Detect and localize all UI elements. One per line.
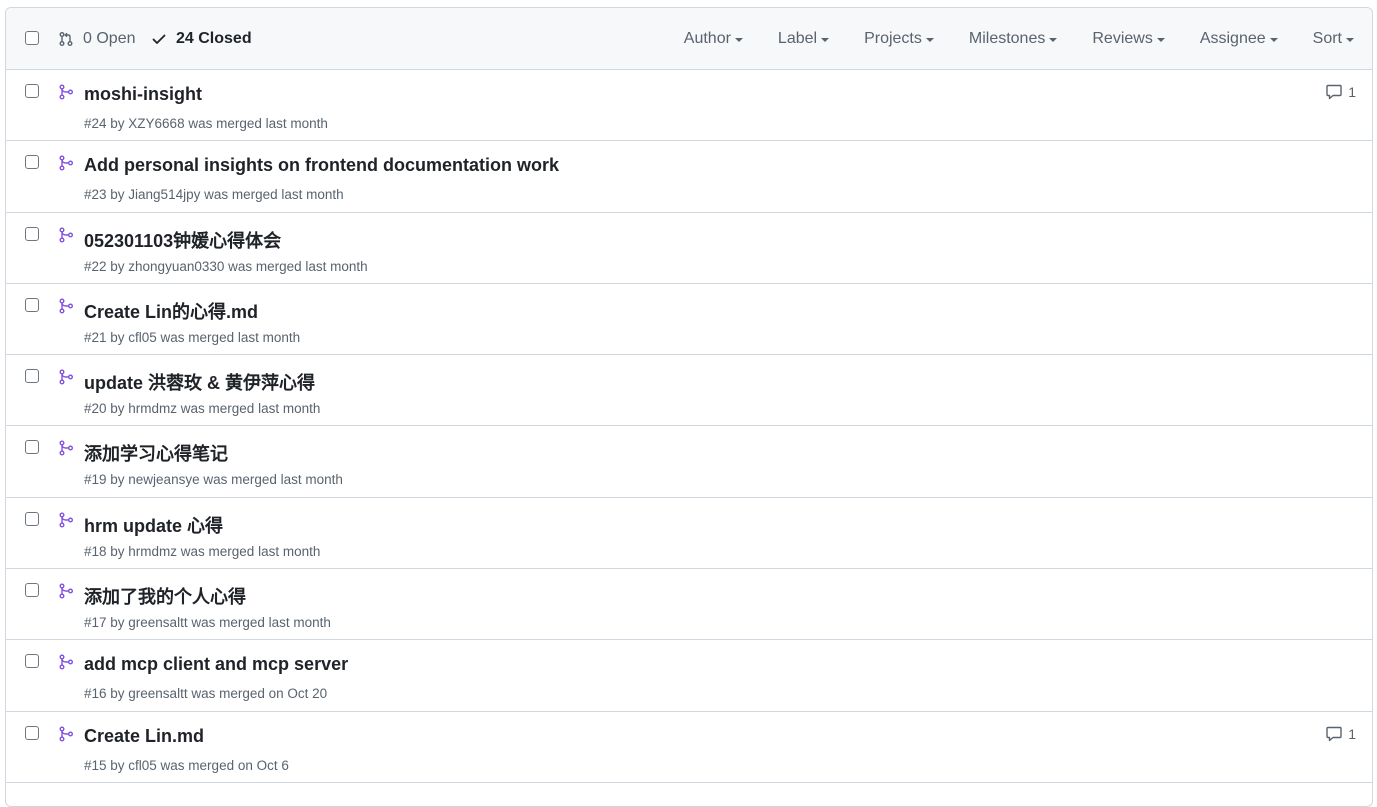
- caret-down-icon: [1156, 38, 1165, 42]
- sort-filter[interactable]: Sort: [1313, 30, 1354, 48]
- comment-count: 1: [1348, 725, 1356, 742]
- comment-icon: [1326, 84, 1342, 100]
- row-checkbox[interactable]: [25, 226, 39, 241]
- row-checkbox[interactable]: [25, 155, 39, 170]
- merged-pr-icon: [59, 84, 73, 100]
- author-filter[interactable]: Author: [684, 30, 743, 48]
- pull-request-icon: [59, 32, 73, 46]
- row-checkbox[interactable]: [25, 583, 39, 598]
- pr-meta: #16 by greensaltt was merged on Oct 20: [84, 686, 328, 702]
- pr-title-link[interactable]: Create Lin.md: [84, 726, 204, 747]
- comments-link[interactable]: 1: [1325, 726, 1356, 742]
- merged-pr-icon: [59, 298, 73, 314]
- pr-title-link[interactable]: 添加学习心得笔记: [84, 440, 228, 466]
- pr-meta: #18 by hrmdmz was merged last month: [84, 543, 321, 559]
- row-checkbox[interactable]: [25, 511, 39, 526]
- merged-pr-icon: [59, 440, 73, 456]
- pull-requests-list: 0 Open 24 Closed Author Label Projects M…: [5, 7, 1373, 807]
- table-row: Create Lin的心得.md #21 by cfl05 was merged…: [6, 283, 1372, 356]
- select-all-checkbox[interactable]: [25, 31, 39, 45]
- label-filter[interactable]: Label: [778, 30, 830, 48]
- pr-meta: #24 by XZY6668 was merged last month: [84, 116, 328, 131]
- row-checkbox[interactable]: [25, 440, 39, 455]
- table-row: 052301103钟媛心得体会 #22 by zhongyuan0330 was…: [6, 212, 1372, 284]
- check-icon: [152, 34, 166, 44]
- filter-bar: Author Label Projects Milestones Reviews…: [684, 28, 1354, 50]
- table-row: Create Lin.md #15 by cfl05 was merged on…: [6, 711, 1372, 783]
- projects-filter[interactable]: Projects: [864, 30, 934, 48]
- open-count-label: 0 Open: [83, 30, 136, 47]
- caret-down-icon: [925, 38, 934, 42]
- pr-title-link[interactable]: Add personal insights on frontend docume…: [84, 155, 559, 176]
- pr-meta: #22 by zhongyuan0330 was merged last mon…: [84, 258, 368, 274]
- comment-icon: [1326, 726, 1342, 741]
- caret-down-icon: [1269, 38, 1278, 42]
- list-header: 0 Open 24 Closed Author Label Projects M…: [6, 8, 1372, 70]
- pr-title-link[interactable]: moshi-insight: [84, 84, 202, 105]
- milestones-filter[interactable]: Milestones: [969, 30, 1058, 48]
- pr-meta: #23 by Jiang514jpy was merged last month: [84, 187, 344, 203]
- pr-title-link[interactable]: add mcp client and mcp server: [84, 654, 348, 675]
- reviews-filter[interactable]: Reviews: [1092, 30, 1165, 48]
- pr-title-link[interactable]: 052301103钟媛心得体会: [84, 227, 281, 253]
- pr-meta: #19 by newjeansye was merged last month: [84, 472, 343, 488]
- row-checkbox[interactable]: [25, 654, 39, 669]
- closed-count-label: 24 Closed: [176, 30, 252, 47]
- row-checkbox[interactable]: [25, 369, 39, 384]
- table-row: 添加学习心得笔记 #19 by newjeansye was merged la…: [6, 426, 1372, 498]
- comment-count: 1: [1348, 84, 1356, 100]
- row-checkbox[interactable]: [25, 84, 39, 98]
- pr-meta: #15 by cfl05 was merged on Oct 6: [84, 757, 289, 773]
- table-row: hrm update 心得 #18 by hrmdmz was merged l…: [6, 497, 1372, 570]
- pr-title-link[interactable]: hrm update 心得: [84, 512, 223, 538]
- row-checkbox[interactable]: [25, 725, 39, 740]
- merged-pr-icon: [59, 369, 73, 385]
- open-filter-link[interactable]: 0 Open: [58, 28, 135, 50]
- caret-down-icon: [1049, 38, 1058, 42]
- pr-title-link[interactable]: 添加了我的个人心得: [84, 583, 246, 609]
- merged-pr-icon: [59, 227, 73, 243]
- pr-meta: #20 by hrmdmz was merged last month: [84, 401, 321, 417]
- merged-pr-icon: [59, 512, 73, 528]
- pr-meta: #21 by cfl05 was merged last month: [84, 329, 301, 345]
- table-row: Add personal insights on frontend docume…: [6, 141, 1372, 213]
- table-row: 添加了我的个人心得 #17 by greensaltt was merged l…: [6, 569, 1372, 641]
- merged-pr-icon: [59, 654, 73, 670]
- merged-pr-icon: [59, 583, 73, 599]
- table-row: update 洪蓉玫 & 黄伊萍心得 #20 by hrmdmz was mer…: [6, 355, 1372, 427]
- merged-pr-icon: [59, 155, 73, 171]
- caret-down-icon: [1346, 38, 1354, 42]
- caret-down-icon: [821, 38, 830, 42]
- merged-pr-icon: [59, 726, 73, 742]
- table-row: add mcp client and mcp server #16 by gre…: [6, 640, 1372, 712]
- pr-title-link[interactable]: Create Lin的心得.md: [84, 298, 258, 324]
- pr-rows: moshi-insight #24 by XZY6668 was merged …: [6, 70, 1372, 783]
- caret-down-icon: [734, 38, 743, 42]
- pr-title-link[interactable]: update 洪蓉玫 & 黄伊萍心得: [84, 369, 315, 395]
- assignee-filter[interactable]: Assignee: [1200, 30, 1278, 48]
- pr-meta: #17 by greensaltt was merged last month: [84, 615, 331, 631]
- row-checkbox[interactable]: [25, 297, 39, 312]
- closed-filter-link[interactable]: 24 Closed: [151, 28, 252, 50]
- table-row: moshi-insight #24 by XZY6668 was merged …: [6, 70, 1372, 142]
- comments-link[interactable]: 1: [1325, 84, 1356, 100]
